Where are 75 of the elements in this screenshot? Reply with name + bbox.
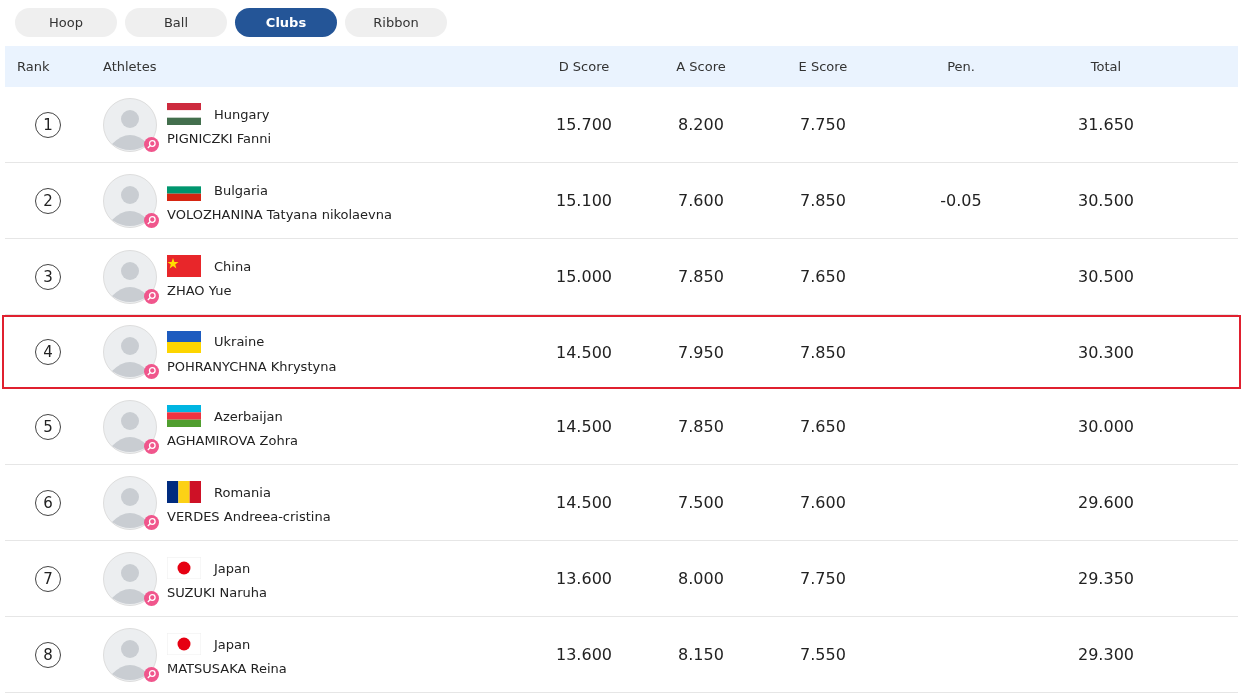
d-score: 15.700 [556, 115, 612, 134]
e-score: 7.850 [800, 191, 846, 210]
flag-icon [167, 405, 201, 427]
athlete-name: VERDES Andreea-cristina [167, 509, 331, 524]
a-score: 8.000 [678, 569, 724, 588]
flag-icon [167, 557, 201, 579]
athlete-name: ZHAO Yue [167, 283, 233, 298]
flag-icon [167, 330, 201, 353]
a-score: 7.950 [678, 342, 724, 362]
d-score: 14.500 [556, 417, 612, 436]
total-score: 29.350 [1078, 569, 1134, 588]
country-name: China [214, 258, 252, 274]
total-score: 30.000 [1078, 417, 1134, 436]
event-tab[interactable]: Ribbon [345, 8, 447, 37]
athlete-name: SUZUKI Naruha [167, 585, 267, 600]
event-tab[interactable]: Clubs [235, 8, 337, 37]
column-header: Pen. [947, 59, 975, 74]
d-score: 14.500 [556, 493, 612, 512]
column-header: E Score [798, 59, 848, 74]
a-score: 7.850 [678, 267, 724, 286]
country-name: Japan [214, 560, 251, 576]
d-score: 14.500 [556, 342, 612, 362]
e-score: 7.650 [800, 267, 846, 286]
d-score: 13.600 [556, 569, 612, 588]
a-score: 8.150 [678, 645, 724, 664]
e-score: 7.750 [800, 569, 846, 588]
athlete-name: MATSUSAKA Reina [167, 661, 287, 676]
avatar-silhouette-icon [103, 325, 157, 379]
avatar-silhouette-icon [103, 249, 157, 304]
athlete-name: AGHAMIROVA Zohra [167, 433, 298, 448]
country-name: Azerbaijan [214, 408, 283, 424]
a-score: 7.850 [678, 417, 724, 436]
column-header: A Score [676, 59, 726, 74]
total-score: 31.650 [1078, 115, 1134, 134]
penalty: -0.05 [940, 191, 982, 210]
country-name: Romania [214, 484, 271, 500]
total-score: 30.500 [1078, 191, 1134, 210]
d-score: 15.000 [556, 267, 612, 286]
a-score: 7.500 [678, 493, 724, 512]
avatar-silhouette-icon [103, 173, 157, 228]
total-score: 29.300 [1078, 645, 1134, 664]
event-tab[interactable]: Ball [125, 8, 227, 37]
event-tab[interactable]: Hoop [15, 8, 117, 37]
avatar-silhouette-icon [103, 399, 157, 454]
flag-icon [167, 481, 201, 503]
column-header: D Score [558, 59, 610, 74]
avatar-silhouette-icon [103, 551, 157, 606]
athlete-name: VOLOZHANINA Tatyana nikolaevna [167, 207, 392, 222]
flag-icon [167, 633, 201, 655]
e-score: 7.550 [800, 645, 846, 664]
avatar-silhouette-icon [103, 627, 157, 682]
country-name: Ukraine [214, 334, 265, 349]
column-header: Rank [16, 59, 50, 74]
athlete-name: PIGNICZKI Fanni [167, 131, 272, 146]
total-score: 30.300 [1078, 342, 1134, 362]
flag-icon [167, 255, 201, 277]
d-score: 13.600 [556, 645, 612, 664]
total-score: 30.500 [1078, 267, 1134, 286]
a-score: 8.200 [678, 115, 724, 134]
e-score: 7.650 [800, 417, 846, 436]
column-header: Athletes [102, 59, 157, 74]
d-score: 15.100 [556, 191, 612, 210]
avatar-silhouette-icon [103, 97, 157, 152]
athlete-name: POHRANYCHNA Khrystyna [167, 358, 337, 374]
country-name: Bulgaria [214, 182, 268, 198]
e-score: 7.850 [800, 342, 846, 362]
column-header: Total [1090, 59, 1122, 74]
country-name: Japan [214, 636, 251, 652]
flag-icon [167, 103, 201, 125]
e-score: 7.750 [800, 115, 846, 134]
total-score: 29.600 [1078, 493, 1134, 512]
a-score: 7.600 [678, 191, 724, 210]
avatar-silhouette-icon [103, 475, 157, 530]
e-score: 7.600 [800, 493, 846, 512]
country-name: Hungary [214, 106, 270, 122]
